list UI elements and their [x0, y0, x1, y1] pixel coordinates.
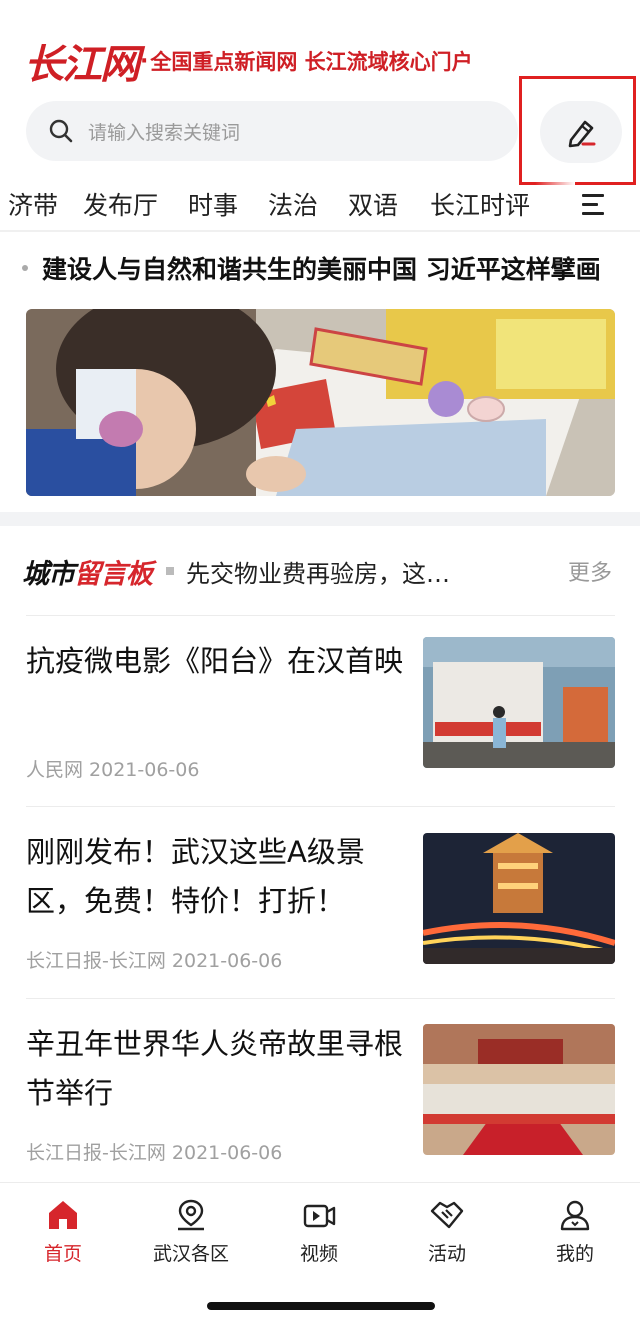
divider	[26, 615, 615, 616]
news-thumbnail	[423, 637, 615, 768]
news-title: 刚刚发布！武汉这些A级景区，免费！特价！打折！	[26, 835, 365, 918]
site-logo[interactable]: 长江网 · 全国重点新闻网 长江流域核心门户	[24, 36, 473, 88]
board-text: 先交物业费再验房，这…	[186, 559, 450, 588]
news-item[interactable]: 辛丑年世界华人炎帝故里寻根节举行 长江日报-长江网 2021-06-06	[26, 1020, 615, 1180]
headline-row[interactable]: 建设人与自然和谐共生的美丽中国 习近平这样擘画	[22, 250, 622, 286]
divider	[0, 230, 640, 232]
search-placeholder: 请输入搜索关键词	[88, 121, 241, 144]
bullet-icon	[22, 265, 28, 271]
news-meta: 人民网 2021-06-06	[26, 759, 200, 781]
board-logo: 城市留言板	[22, 558, 153, 590]
handshake-icon	[430, 1201, 464, 1229]
pencil-icon	[568, 120, 596, 148]
headline-title: 建设人与自然和谐共生的美丽中国 习近平这样擘画	[42, 255, 601, 284]
news-item[interactable]: 刚刚发布！武汉这些A级景区，免费！特价！打折！ 长江日报-长江网 2021-06…	[26, 828, 615, 988]
news-meta: 长江日报-长江网 2021-06-06	[26, 1142, 283, 1164]
logo-separator: ·	[140, 48, 149, 74]
more-link[interactable]: 更多	[568, 555, 612, 587]
channel-tabs: 济带 发布厅 时事 法治 双语 长江时评	[0, 182, 640, 230]
location-icon	[178, 1199, 204, 1231]
divider	[26, 998, 615, 999]
home-indicator	[207, 1302, 435, 1310]
news-item[interactable]: 抗疫微电影《阳台》在汉首映 人民网 2021-06-06	[26, 637, 615, 797]
news-thumbnail	[423, 1024, 615, 1155]
news-title: 辛丑年世界华人炎帝故里寻根节举行	[26, 1027, 404, 1110]
nav-profile[interactable]: 我的	[520, 1197, 630, 1267]
search-icon	[49, 119, 73, 143]
user-icon	[560, 1200, 590, 1231]
hero-image[interactable]	[26, 309, 615, 496]
tab-item[interactable]: 发布厅	[83, 186, 158, 222]
tab-fade	[535, 182, 575, 230]
app-header: 长江网 · 全国重点新闻网 长江流域核心门户 请输入搜索关键词	[0, 0, 640, 185]
home-icon	[49, 1201, 77, 1229]
section-gap	[0, 512, 640, 526]
nav-activities[interactable]: 活动	[392, 1197, 502, 1267]
message-board[interactable]: 城市留言板 先交物业费再验房，这… 更多	[22, 548, 618, 594]
search-bar[interactable]: 请输入搜索关键词	[26, 101, 518, 161]
divider	[26, 806, 615, 807]
news-meta: 长江日报-长江网 2021-06-06	[26, 950, 283, 972]
nav-video[interactable]: 视频	[264, 1197, 374, 1267]
logo-slogan: 全国重点新闻网 长江流域核心门户	[150, 49, 473, 74]
nav-home[interactable]: 首页	[8, 1197, 118, 1267]
hero-illustration	[26, 309, 615, 496]
compose-button[interactable]	[540, 101, 622, 163]
bullet-icon	[166, 567, 174, 575]
tab-item[interactable]: 双语	[348, 186, 398, 222]
tab-item[interactable]: 法治	[268, 186, 318, 222]
tab-item[interactable]: 长江时评	[430, 186, 530, 222]
video-icon	[303, 1204, 336, 1228]
tab-item[interactable]: 时事	[188, 186, 238, 222]
channel-menu-icon[interactable]	[582, 194, 604, 216]
tab-item[interactable]: 济带	[8, 186, 58, 222]
news-title: 抗疫微电影《阳台》在汉首映	[26, 644, 404, 678]
nav-districts[interactable]: 武汉各区	[136, 1197, 246, 1267]
logo-brand: 长江网	[24, 41, 140, 88]
news-thumbnail	[423, 833, 615, 964]
